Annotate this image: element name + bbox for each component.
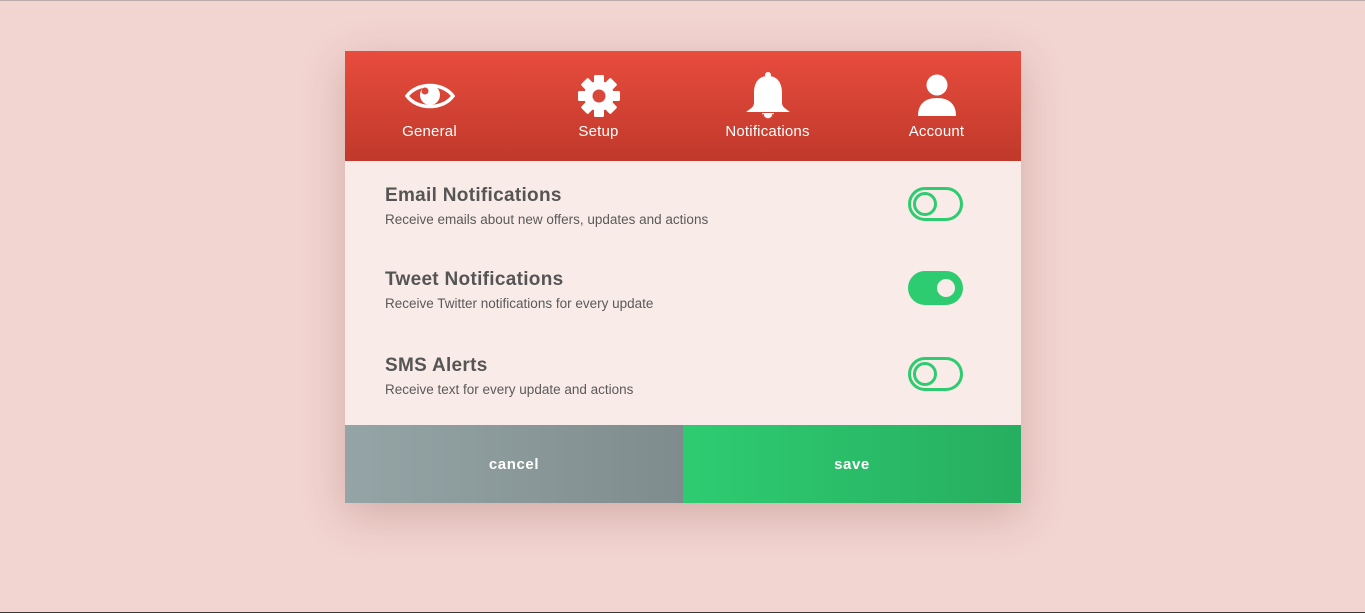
settings-panel: General Setup Notifications Account Emai… [345, 51, 1021, 503]
tab-label: Notifications [725, 123, 810, 140]
tab-bar: General Setup Notifications Account [345, 51, 1021, 161]
action-bar: cancel save [345, 425, 1021, 503]
tab-account[interactable]: Account [852, 51, 1021, 161]
eye-icon [404, 71, 455, 121]
sms-alerts-toggle[interactable] [908, 357, 963, 391]
setting-tweet-notifications: Tweet Notifications Receive Twitter noti… [345, 245, 1021, 331]
email-notifications-toggle[interactable] [908, 187, 963, 221]
toggle-knob [934, 276, 958, 300]
tab-notifications[interactable]: Notifications [683, 51, 852, 161]
tab-general[interactable]: General [345, 51, 514, 161]
gear-icon [577, 71, 621, 121]
tweet-notifications-toggle[interactable] [908, 271, 963, 305]
setting-email-notifications: Email Notifications Receive emails about… [345, 161, 1021, 245]
setting-sms-alerts: SMS Alerts Receive text for every update… [345, 331, 1021, 417]
tab-label: Setup [578, 123, 619, 140]
user-icon [917, 71, 957, 121]
save-button[interactable]: save [683, 425, 1021, 503]
toggle-knob [913, 362, 937, 386]
toggle-knob [913, 192, 937, 216]
tab-label: Account [908, 123, 965, 140]
tab-setup[interactable]: Setup [514, 51, 683, 161]
bell-icon [745, 71, 791, 121]
tab-label: General [402, 123, 457, 140]
settings-list: Email Notifications Receive emails about… [345, 161, 1021, 425]
cancel-button[interactable]: cancel [345, 425, 683, 503]
